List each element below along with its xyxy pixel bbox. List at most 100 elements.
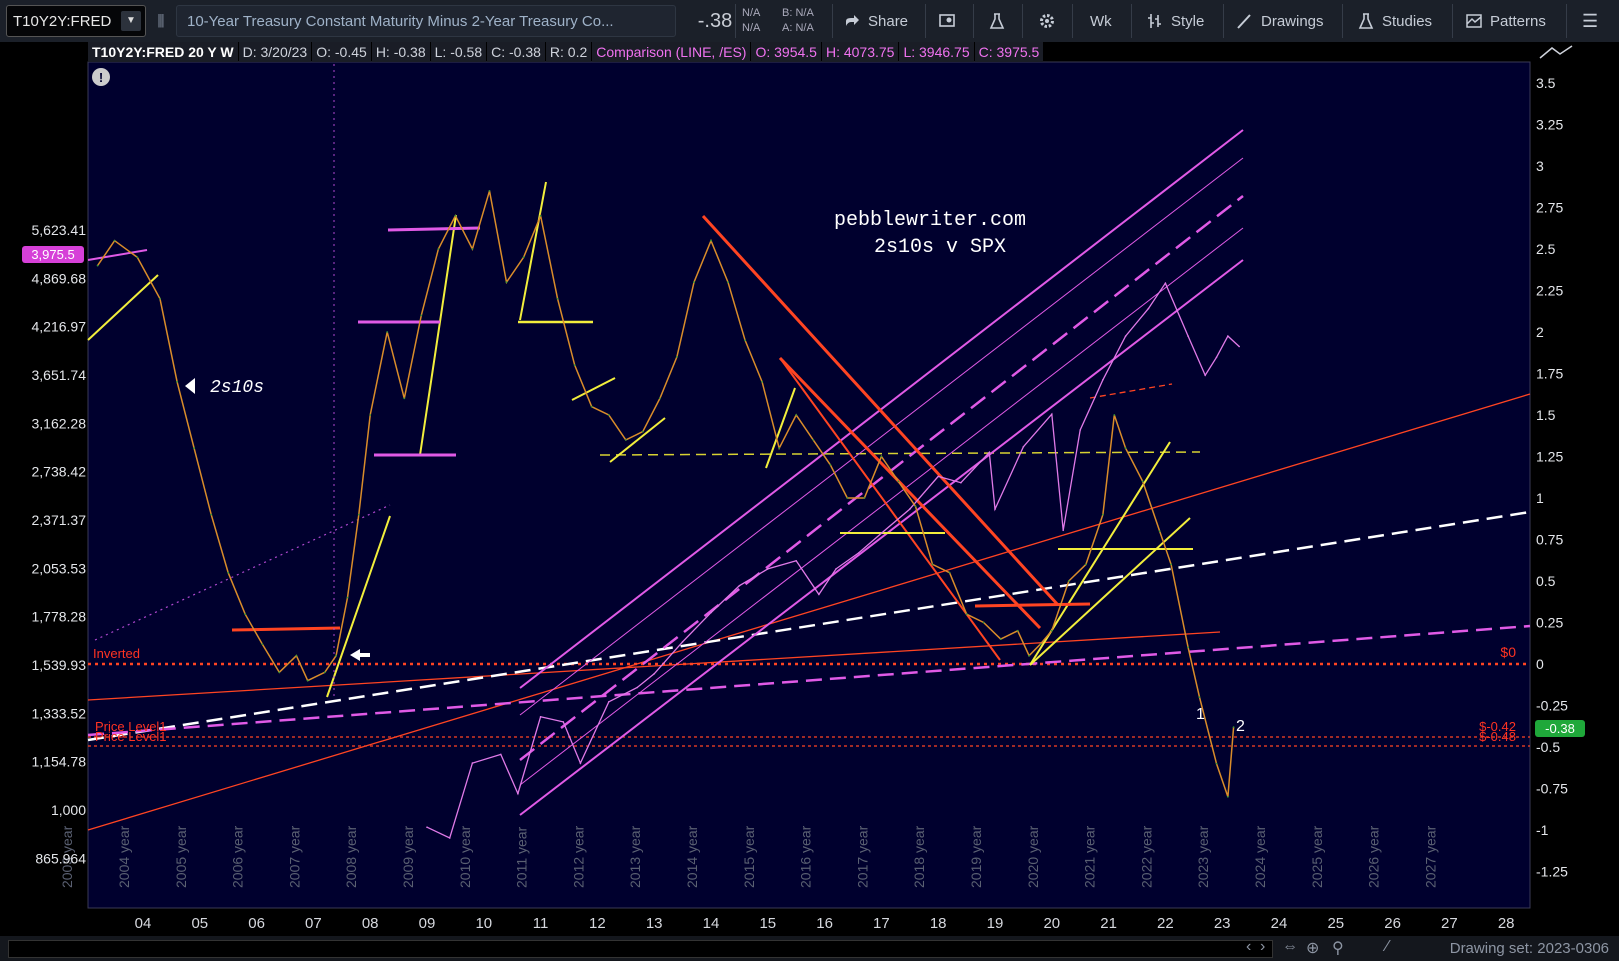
t10y2y-point <box>1141 480 1144 483</box>
flask-icon[interactable] <box>988 5 1006 37</box>
scroll-right-icon[interactable]: › <box>1260 938 1265 956</box>
es-point <box>1147 307 1150 310</box>
left-y-tick: 2,738.42 <box>32 464 87 480</box>
legend-cmp-close: C: 3975.5 <box>974 42 1044 62</box>
x-tick-label: 15 <box>759 915 776 932</box>
es-point <box>1215 356 1218 359</box>
last-price: -.38 <box>697 9 733 32</box>
year-label: 2006 year <box>230 825 246 888</box>
toolbar: T10Y2Y:FRED ▼ ⫼ 10-Year Treasury Constan… <box>0 0 1619 43</box>
es-point <box>1187 335 1189 337</box>
left-y-tick: 2,371.37 <box>32 512 87 528</box>
right-y-tick: 0 <box>1536 656 1544 672</box>
link-icon[interactable]: ⫼ <box>151 5 171 37</box>
es-point <box>857 552 860 554</box>
x-tick-label: 13 <box>646 915 663 932</box>
pan-icon[interactable]: ⇔ <box>1282 938 1298 956</box>
right-y-tick: 1.5 <box>1536 407 1556 423</box>
left-y-tick: 1,539.93 <box>32 657 87 673</box>
drawings-button[interactable]: Drawings <box>1236 5 1324 37</box>
year-label: 2016 year <box>798 825 814 888</box>
x-tick-label: 06 <box>248 915 265 932</box>
es-point <box>562 721 565 723</box>
year-label: 2017 year <box>854 825 870 888</box>
x-tick-label: 11 <box>533 915 549 932</box>
es-point <box>500 753 502 756</box>
t10y2y-point <box>1039 643 1042 645</box>
t10y2y-point <box>829 463 832 466</box>
year-label: 2027 year <box>1422 825 1438 888</box>
horizontal-scrollbar[interactable] <box>8 940 1273 958</box>
es-point <box>681 641 684 643</box>
studies-label: Studies <box>1382 12 1433 30</box>
t10y2y-point <box>335 654 337 657</box>
t10y2y-point <box>641 430 644 433</box>
x-tick-label: 05 <box>191 915 208 932</box>
svg-text:!: ! <box>99 70 103 85</box>
price-level-label-2: Price Level1 <box>95 729 167 744</box>
zoom-icon[interactable]: ⚲ <box>1332 938 1344 958</box>
t10y2y-point <box>710 239 712 242</box>
right-y-tick: 0.25 <box>1536 615 1563 631</box>
wave-label-1: 1 <box>1196 706 1205 723</box>
trendline[interactable] <box>387 226 481 232</box>
es-point <box>471 762 474 764</box>
chevron-down-icon[interactable]: ▼ <box>121 11 141 31</box>
t10y2y-point <box>812 439 815 441</box>
es-point <box>426 826 428 828</box>
chart-legend: T10Y2Y:FRED 20 Y W D: 3/20/23 O: -0.45 H… <box>88 42 1044 62</box>
t10y2y-point <box>1102 513 1104 516</box>
legend-low: L: -0.58 <box>430 42 487 62</box>
es-point <box>517 792 519 795</box>
es-point <box>909 508 911 510</box>
x-tick-label: 26 <box>1384 915 1401 932</box>
t10y2y-point <box>159 297 161 300</box>
t10y2y-point <box>96 264 99 267</box>
symbol-input[interactable]: T10Y2Y:FRED ▼ <box>6 5 146 37</box>
year-label: 2013 year <box>627 825 643 888</box>
pencil-icon[interactable]: ∕ <box>1386 938 1389 956</box>
x-tick-label: 09 <box>419 915 436 932</box>
es-point <box>880 532 883 534</box>
t10y2y-point <box>323 671 326 674</box>
legend-high: H: -0.38 <box>371 42 430 62</box>
t10y2y-point <box>1198 696 1201 699</box>
x-tick-label: 18 <box>930 915 947 932</box>
t10y2y-point <box>403 397 406 400</box>
t10y2y-point <box>727 281 729 284</box>
inverted-label: Inverted <box>93 646 140 661</box>
es-point <box>710 611 712 614</box>
right-y-tick: 0.5 <box>1536 573 1556 589</box>
t10y2y-point <box>778 447 781 450</box>
style-button[interactable]: Style <box>1146 5 1204 37</box>
t10y2y-point <box>261 643 264 645</box>
scroll-left-icon[interactable]: ‹ <box>1246 938 1251 956</box>
trendline[interactable] <box>231 626 341 632</box>
left-y-tick: 5,623.41 <box>32 222 87 238</box>
patterns-button[interactable]: Patterns <box>1465 5 1546 37</box>
t10y2y-point <box>346 596 349 599</box>
gear-icon[interactable] <box>1038 5 1056 37</box>
x-tick-label: 22 <box>1157 915 1174 932</box>
x-tick-label: 04 <box>135 915 152 932</box>
t10y2y-point <box>659 397 661 400</box>
grid-icon[interactable] <box>938 5 956 37</box>
crosshair-icon[interactable]: ⊕ <box>1306 938 1319 958</box>
menu-icon[interactable]: ☰ <box>1582 5 1598 37</box>
symbol-description: 10-Year Treasury Constant Maturity Minus… <box>176 5 676 37</box>
year-label: 2014 year <box>684 825 700 888</box>
year-label: 2015 year <box>741 825 757 888</box>
t10y2y-point <box>1232 726 1235 728</box>
t10y2y-point <box>471 248 474 250</box>
year-label: 2020 year <box>1025 825 1041 888</box>
t10y2y-point <box>1067 580 1070 582</box>
t10y2y-point <box>693 281 695 284</box>
studies-button[interactable]: Studies <box>1357 5 1432 37</box>
year-label: 2022 year <box>1138 825 1154 888</box>
right-y-tick: 1 <box>1536 490 1544 506</box>
trendline[interactable] <box>974 602 1091 608</box>
aggregation-button[interactable]: Wk <box>1090 5 1112 37</box>
share-button[interactable]: Share <box>843 5 908 37</box>
t10y2y-point <box>369 414 372 416</box>
x-tick-label: 12 <box>589 915 606 932</box>
